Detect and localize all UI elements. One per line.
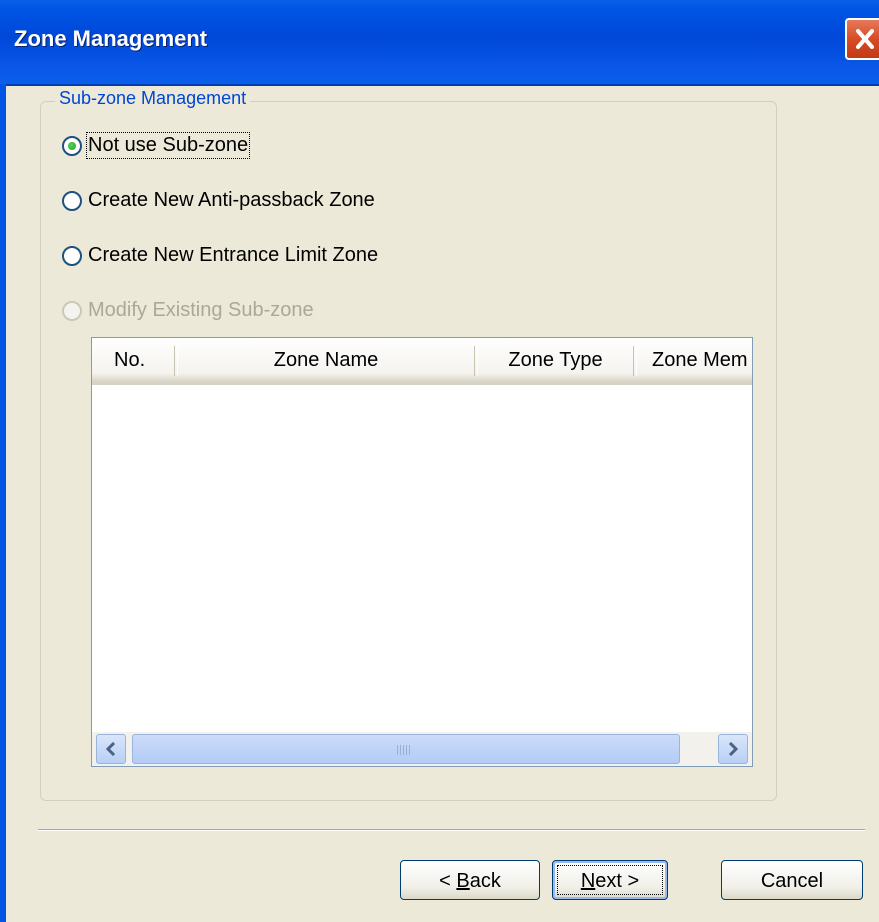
column-header-no[interactable]: No.	[114, 338, 174, 382]
title-bar: Zone Management	[0, 0, 879, 86]
radio-circle	[62, 300, 82, 321]
group-legend: Sub-zone Management	[55, 88, 251, 109]
radio-label: Not use Sub-zone	[85, 132, 251, 159]
grip-icon	[397, 745, 413, 755]
next-button-rest: ext >	[595, 870, 640, 892]
close-icon	[856, 29, 874, 49]
scroll-thumb[interactable]	[132, 734, 680, 764]
back-button[interactable]: < Back	[400, 860, 540, 900]
horizontal-scrollbar[interactable]	[92, 732, 752, 766]
chevron-left-icon	[105, 742, 116, 756]
radio-circle	[62, 245, 82, 266]
column-header-zone-member[interactable]: Zone Mem	[652, 338, 752, 382]
column-divider[interactable]	[633, 346, 637, 376]
radio-label: Create New Entrance Limit Zone	[88, 244, 379, 266]
radio-create-anti-passback-zone[interactable]: Create New Anti-passback Zone	[62, 189, 375, 212]
list-header: No. Zone Name Zone Type Zone Mem	[92, 338, 752, 385]
chevron-right-icon	[728, 742, 739, 756]
scroll-left-button[interactable]	[96, 734, 126, 764]
column-header-zone-type[interactable]: Zone Type	[478, 338, 633, 382]
next-button-mnemonic: N	[580, 870, 596, 892]
radio-label: Create New Anti-passback Zone	[88, 189, 375, 211]
radio-modify-existing-sub-zone: Modify Existing Sub-zone	[62, 299, 314, 322]
next-button[interactable]: Next >	[552, 860, 668, 900]
radio-circle	[62, 135, 82, 156]
footer-separator	[38, 829, 865, 831]
radio-label: Modify Existing Sub-zone	[88, 299, 314, 321]
back-button-mnemonic: B	[456, 870, 470, 892]
scroll-right-button[interactable]	[718, 734, 748, 764]
back-button-prefix: <	[439, 870, 457, 892]
window-frame-left	[0, 84, 6, 922]
radio-circle	[62, 190, 82, 211]
back-button-rest: ack	[469, 870, 501, 892]
close-button[interactable]	[845, 18, 879, 60]
radio-create-entrance-limit-zone[interactable]: Create New Entrance Limit Zone	[62, 244, 378, 267]
radio-not-use-sub-zone[interactable]: Not use Sub-zone	[62, 132, 251, 159]
column-header-zone-name[interactable]: Zone Name	[178, 338, 474, 382]
radio-selected-dot	[68, 141, 76, 150]
window-title: Zone Management	[14, 26, 208, 51]
sub-zone-list[interactable]: No. Zone Name Zone Type Zone Mem	[91, 337, 753, 767]
cancel-button[interactable]: Cancel	[721, 860, 863, 900]
